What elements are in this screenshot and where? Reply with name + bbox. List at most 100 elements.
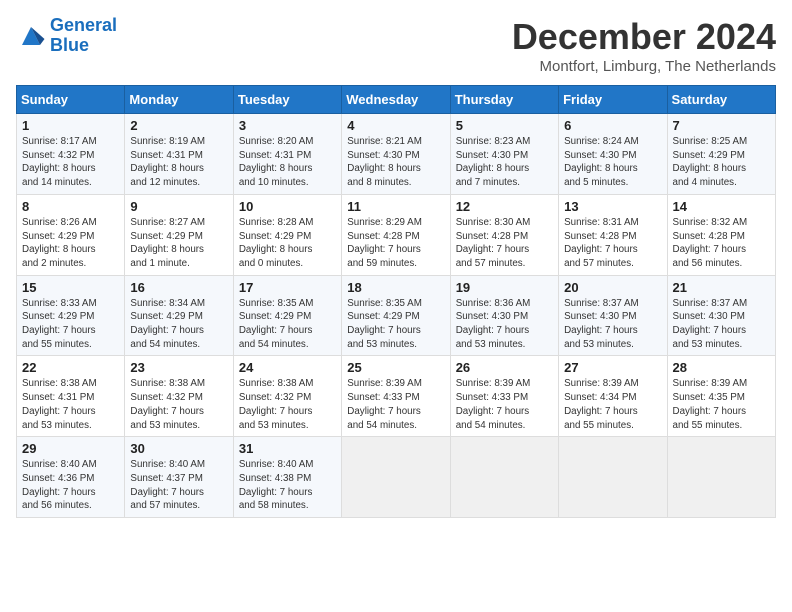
day-number: 11 [347, 199, 444, 214]
day-number: 26 [456, 360, 553, 375]
calendar-day-cell [450, 437, 558, 518]
day-info: Sunrise: 8:28 AMSunset: 4:29 PMDaylight:… [239, 216, 336, 271]
day-number: 27 [564, 360, 661, 375]
calendar-day-cell: 2Sunrise: 8:19 AMSunset: 4:31 PMDaylight… [125, 114, 233, 195]
day-info: Sunrise: 8:35 AMSunset: 4:29 PMDaylight:… [239, 297, 336, 352]
day-info: Sunrise: 8:30 AMSunset: 4:28 PMDaylight:… [456, 216, 553, 271]
day-number: 20 [564, 280, 661, 295]
calendar-day-cell: 27 Sunrise: 8:39 AMSunset: 4:34 PMDayligh… [559, 356, 667, 437]
day-info: Sunrise: 8:38 AMSunset: 4:31 PMDaylight:… [22, 377, 119, 432]
calendar-day-cell: 17Sunrise: 8:35 AMSunset: 4:29 PMDayligh… [233, 275, 341, 356]
day-info: Sunrise: 8:38 AMSunset: 4:32 PMDaylight:… [130, 377, 227, 432]
day-info: Sunrise: 8:33 AMSunset: 4:29 PMDaylight:… [22, 297, 119, 352]
day-number: 19 [456, 280, 553, 295]
calendar-day-cell: 12 Sunrise: 8:30 AMSunset: 4:28 PMDayligh… [450, 194, 558, 275]
day-info: Sunrise: 8:31 AMSunset: 4:28 PMDaylight:… [564, 216, 661, 271]
day-info: Sunrise: 8:35 AMSunset: 4:29 PMDaylight:… [347, 297, 444, 352]
calendar-day-cell [559, 437, 667, 518]
day-number: 14 [673, 199, 770, 214]
day-number: 1 [22, 118, 119, 133]
month-title: December 2024 [512, 16, 776, 58]
day-info: Sunrise: 8:32 AMSunset: 4:28 PMDaylight:… [673, 216, 770, 271]
location: Montfort, Limburg, The Netherlands [512, 58, 776, 75]
weekday-header-row: SundayMondayTuesdayWednesdayThursdayFrid… [17, 86, 776, 114]
calendar-day-cell: 23 Sunrise: 8:38 AMSunset: 4:32 PMDayligh… [125, 356, 233, 437]
calendar-day-cell: 4 Sunrise: 8:21 AMSunset: 4:30 PMDaylight… [342, 114, 450, 195]
weekday-header: Thursday [450, 86, 558, 114]
calendar-day-cell: 31Sunrise: 8:40 AMSunset: 4:38 PMDayligh… [233, 437, 341, 518]
calendar-week-row: 29 Sunrise: 8:40 AMSunset: 4:36 PMDayligh… [17, 437, 776, 518]
day-number: 7 [673, 118, 770, 133]
calendar-day-cell: 22Sunrise: 8:38 AMSunset: 4:31 PMDayligh… [17, 356, 125, 437]
calendar-day-cell [667, 437, 775, 518]
day-number: 2 [130, 118, 227, 133]
day-number: 29 [22, 441, 119, 456]
weekday-header: Saturday [667, 86, 775, 114]
day-info: Sunrise: 8:37 AMSunset: 4:30 PMDaylight:… [564, 297, 661, 352]
calendar-day-cell: 18 Sunrise: 8:35 AMSunset: 4:29 PMDayligh… [342, 275, 450, 356]
day-info: Sunrise: 8:25 AMSunset: 4:29 PMDaylight:… [673, 135, 770, 190]
calendar-day-cell: 3Sunrise: 8:20 AMSunset: 4:31 PMDaylight… [233, 114, 341, 195]
day-number: 13 [564, 199, 661, 214]
day-info: Sunrise: 8:29 AMSunset: 4:28 PMDaylight:… [347, 216, 444, 271]
calendar-day-cell: 1 Sunrise: 8:17 AMSunset: 4:32 PMDaylight… [17, 114, 125, 195]
day-info: Sunrise: 8:24 AMSunset: 4:30 PMDaylight:… [564, 135, 661, 190]
calendar-day-cell: 9Sunrise: 8:27 AMSunset: 4:29 PMDaylight… [125, 194, 233, 275]
day-number: 4 [347, 118, 444, 133]
calendar-day-cell: 29 Sunrise: 8:40 AMSunset: 4:36 PMDayligh… [17, 437, 125, 518]
day-info: Sunrise: 8:17 AMSunset: 4:32 PMDaylight:… [22, 135, 119, 190]
calendar-day-cell: 15 Sunrise: 8:33 AMSunset: 4:29 PMDayligh… [17, 275, 125, 356]
page-header: General Blue December 2024 Montfort, Lim… [16, 16, 776, 75]
logo-icon [16, 24, 46, 48]
day-number: 23 [130, 360, 227, 375]
day-info: Sunrise: 8:26 AMSunset: 4:29 PMDaylight:… [22, 216, 119, 271]
calendar-day-cell: 25Sunrise: 8:39 AMSunset: 4:33 PMDayligh… [342, 356, 450, 437]
calendar-day-cell: 11 Sunrise: 8:29 AMSunset: 4:28 PMDayligh… [342, 194, 450, 275]
calendar-day-cell: 10Sunrise: 8:28 AMSunset: 4:29 PMDayligh… [233, 194, 341, 275]
day-number: 6 [564, 118, 661, 133]
day-info: Sunrise: 8:36 AMSunset: 4:30 PMDaylight:… [456, 297, 553, 352]
day-info: Sunrise: 8:40 AMSunset: 4:37 PMDaylight:… [130, 458, 227, 513]
day-info: Sunrise: 8:21 AMSunset: 4:30 PMDaylight:… [347, 135, 444, 190]
title-block: December 2024 Montfort, Limburg, The Net… [512, 16, 776, 75]
day-number: 18 [347, 280, 444, 295]
day-number: 30 [130, 441, 227, 456]
calendar-day-cell: 30 Sunrise: 8:40 AMSunset: 4:37 PMDayligh… [125, 437, 233, 518]
calendar-day-cell: 26 Sunrise: 8:39 AMSunset: 4:33 PMDayligh… [450, 356, 558, 437]
weekday-header: Tuesday [233, 86, 341, 114]
calendar-day-cell: 19 Sunrise: 8:36 AMSunset: 4:30 PMDayligh… [450, 275, 558, 356]
weekday-header: Friday [559, 86, 667, 114]
day-info: Sunrise: 8:23 AMSunset: 4:30 PMDaylight:… [456, 135, 553, 190]
day-number: 3 [239, 118, 336, 133]
logo: General Blue [16, 16, 117, 56]
calendar-day-cell: 14 Sunrise: 8:32 AMSunset: 4:28 PMDayligh… [667, 194, 775, 275]
calendar-week-row: 22Sunrise: 8:38 AMSunset: 4:31 PMDayligh… [17, 356, 776, 437]
calendar-week-row: 15 Sunrise: 8:33 AMSunset: 4:29 PMDayligh… [17, 275, 776, 356]
day-number: 31 [239, 441, 336, 456]
day-info: Sunrise: 8:39 AMSunset: 4:34 PMDaylight:… [564, 377, 661, 432]
day-info: Sunrise: 8:34 AMSunset: 4:29 PMDaylight:… [130, 297, 227, 352]
day-number: 8 [22, 199, 119, 214]
logo-text: General Blue [50, 16, 117, 56]
calendar-day-cell: 21Sunrise: 8:37 AMSunset: 4:30 PMDayligh… [667, 275, 775, 356]
day-number: 16 [130, 280, 227, 295]
calendar-day-cell: 13 Sunrise: 8:31 AMSunset: 4:28 PMDayligh… [559, 194, 667, 275]
calendar-day-cell: 20 Sunrise: 8:37 AMSunset: 4:30 PMDayligh… [559, 275, 667, 356]
calendar-day-cell: 8 Sunrise: 8:26 AMSunset: 4:29 PMDaylight… [17, 194, 125, 275]
day-info: Sunrise: 8:39 AMSunset: 4:33 PMDaylight:… [456, 377, 553, 432]
day-number: 15 [22, 280, 119, 295]
calendar-day-cell: 6 Sunrise: 8:24 AMSunset: 4:30 PMDaylight… [559, 114, 667, 195]
calendar-day-cell: 7 Sunrise: 8:25 AMSunset: 4:29 PMDaylight… [667, 114, 775, 195]
day-info: Sunrise: 8:40 AMSunset: 4:36 PMDaylight:… [22, 458, 119, 513]
calendar-day-cell: 24Sunrise: 8:38 AMSunset: 4:32 PMDayligh… [233, 356, 341, 437]
calendar-day-cell: 28Sunrise: 8:39 AMSunset: 4:35 PMDayligh… [667, 356, 775, 437]
calendar-day-cell: 5Sunrise: 8:23 AMSunset: 4:30 PMDaylight… [450, 114, 558, 195]
calendar-day-cell: 16 Sunrise: 8:34 AMSunset: 4:29 PMDayligh… [125, 275, 233, 356]
calendar-week-row: 8 Sunrise: 8:26 AMSunset: 4:29 PMDaylight… [17, 194, 776, 275]
weekday-header: Sunday [17, 86, 125, 114]
day-info: Sunrise: 8:39 AMSunset: 4:33 PMDaylight:… [347, 377, 444, 432]
day-number: 28 [673, 360, 770, 375]
calendar-day-cell [342, 437, 450, 518]
calendar-table: SundayMondayTuesdayWednesdayThursdayFrid… [16, 85, 776, 518]
day-number: 12 [456, 199, 553, 214]
